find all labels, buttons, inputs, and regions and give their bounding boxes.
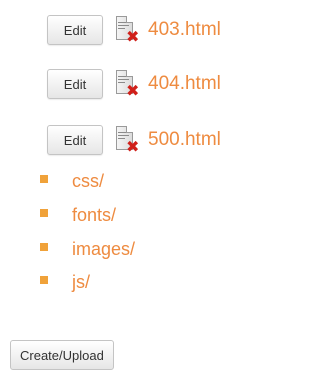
folder-bullet-icon <box>40 175 48 183</box>
directory-item: fonts/ <box>40 205 116 225</box>
file-link[interactable]: 404.html <box>148 73 221 95</box>
create-upload-button[interactable]: Create/Upload <box>10 340 114 370</box>
directory-link[interactable]: fonts/ <box>72 205 116 225</box>
folder-bullet-icon <box>40 243 48 251</box>
file-row: Edit ✖ 500.html <box>47 122 221 158</box>
directory-item: images/ <box>40 239 135 259</box>
edit-button[interactable]: Edit <box>47 15 103 45</box>
file-delete-icon[interactable]: ✖ <box>114 69 139 99</box>
file-row: Edit ✖ 403.html <box>47 12 221 48</box>
edit-button[interactable]: Edit <box>47 69 103 99</box>
file-link[interactable]: 500.html <box>148 129 221 151</box>
folder-bullet-icon <box>40 276 48 284</box>
folder-bullet-icon <box>40 209 48 217</box>
file-link[interactable]: 403.html <box>148 19 221 41</box>
directory-link[interactable]: js/ <box>72 272 90 292</box>
directory-link[interactable]: images/ <box>72 239 135 259</box>
directory-item: css/ <box>40 171 104 191</box>
edit-button[interactable]: Edit <box>47 125 103 155</box>
file-delete-icon[interactable]: ✖ <box>114 125 139 155</box>
directory-link[interactable]: css/ <box>72 171 104 191</box>
directory-item: js/ <box>40 272 90 292</box>
file-delete-icon[interactable]: ✖ <box>114 15 139 45</box>
file-row: Edit ✖ 404.html <box>47 66 221 102</box>
